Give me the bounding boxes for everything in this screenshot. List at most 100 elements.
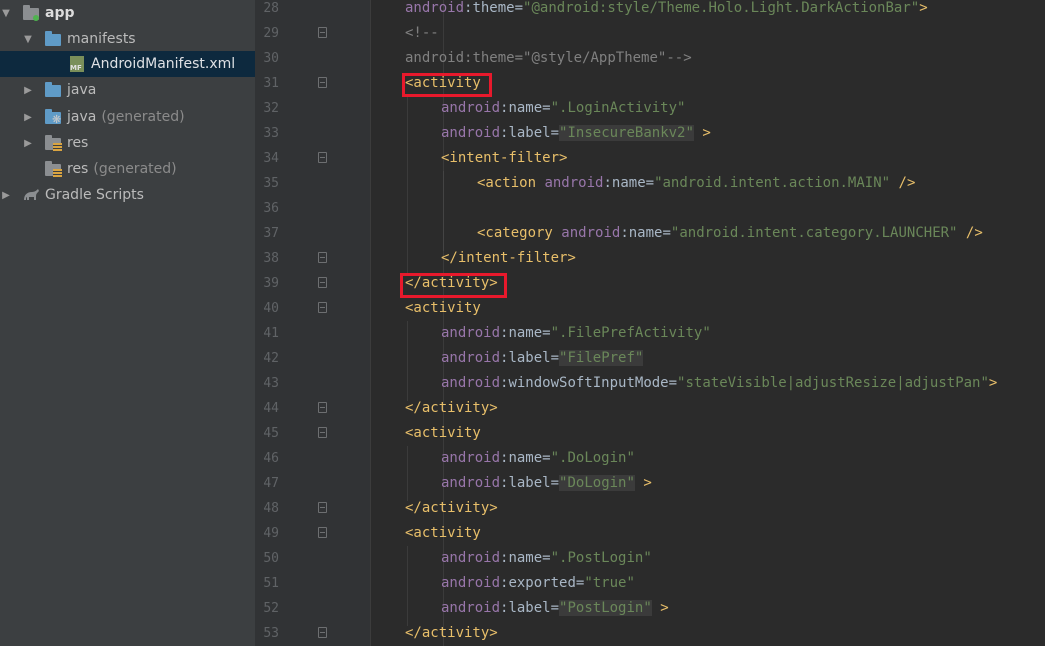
line-number: 34 xyxy=(263,151,279,166)
fold-marker-icon[interactable] xyxy=(318,77,327,88)
fold-marker-icon[interactable] xyxy=(318,27,327,38)
tree-item-label: res xyxy=(67,161,89,177)
fold-marker-icon[interactable] xyxy=(318,152,327,163)
code-line: 48 </activity> xyxy=(255,496,1045,521)
triangle-right-icon[interactable]: ▶ xyxy=(22,77,34,103)
project-tree-panel: ▼ app ▼ manifests MF AndroidManifest.xml… xyxy=(0,0,255,646)
code-text: android:exported="true" xyxy=(441,575,635,591)
tree-item-res-generated[interactable]: res (generated) xyxy=(0,156,255,182)
code-line: 50 android:name=".PostLogin" xyxy=(255,546,1045,571)
code-line: 28 android:theme="@android:style/Theme.H… xyxy=(255,0,1045,21)
tree-item-java[interactable]: ▶ java xyxy=(0,77,255,103)
tree-item-label: res xyxy=(67,135,89,151)
code-line: 39 </activity> xyxy=(255,271,1045,296)
code-line: 33 android:label="InsecureBankv2" > xyxy=(255,121,1045,146)
code-line: 42 android:label="FilePref" xyxy=(255,346,1045,371)
code-line: 45 <activity xyxy=(255,421,1045,446)
line-number: 51 xyxy=(263,576,279,591)
line-number: 43 xyxy=(263,376,279,391)
tree-item-label: manifests xyxy=(67,31,136,47)
triangle-down-icon[interactable]: ▼ xyxy=(22,26,34,52)
code-line: 53 </activity> xyxy=(255,621,1045,646)
code-text: <activity xyxy=(405,300,481,316)
code-line: 49 <activity xyxy=(255,521,1045,546)
code-text: </activity> xyxy=(405,500,498,516)
code-text: android:label="InsecureBankv2" > xyxy=(441,125,711,141)
line-number: 35 xyxy=(263,176,279,191)
tree-item-gradle-scripts[interactable]: ▶ Gradle Scripts xyxy=(0,182,255,208)
tree-item-label: java xyxy=(67,82,97,98)
fold-marker-icon[interactable] xyxy=(318,627,327,638)
line-number: 28 xyxy=(263,1,279,16)
gradle-icon xyxy=(22,187,40,203)
code-line: 47 android:label="DoLogin" > xyxy=(255,471,1045,496)
tree-item-label: AndroidManifest.xml xyxy=(91,56,236,72)
code-line: 41 android:name=".FilePrefActivity" xyxy=(255,321,1045,346)
line-number: 39 xyxy=(263,276,279,291)
tree-item-res[interactable]: ▶ res xyxy=(0,130,255,156)
fold-marker-icon[interactable] xyxy=(318,277,327,288)
code-text: android:name=".DoLogin" xyxy=(441,450,635,466)
line-number: 46 xyxy=(263,451,279,466)
code-editor[interactable]: 28 android:theme="@android:style/Theme.H… xyxy=(255,0,1045,646)
line-number: 44 xyxy=(263,401,279,416)
tree-item-app[interactable]: ▼ app xyxy=(0,0,255,26)
folded-string-value: "DoLogin" xyxy=(559,475,635,491)
fold-marker-icon[interactable] xyxy=(318,402,327,413)
code-line: 43 android:windowSoftInputMode="stateVis… xyxy=(255,371,1045,396)
annotation-highlight-box xyxy=(402,73,492,97)
code-line: 38 </intent-filter> xyxy=(255,246,1045,271)
line-number: 48 xyxy=(263,501,279,516)
fold-marker-icon[interactable] xyxy=(318,502,327,513)
code-text: android:theme="@android:style/Theme.Holo… xyxy=(405,0,928,16)
code-text: <action android:name="android.intent.act… xyxy=(477,175,916,191)
code-text: android:name=".FilePrefActivity" xyxy=(441,325,711,341)
line-number: 40 xyxy=(263,301,279,316)
code-line: 35 <action android:name="android.intent.… xyxy=(255,171,1045,196)
triangle-right-icon[interactable]: ▶ xyxy=(22,104,34,130)
line-number: 41 xyxy=(263,326,279,341)
fold-marker-icon[interactable] xyxy=(318,252,327,263)
resources-folder-icon xyxy=(44,135,62,151)
tree-item-label: java xyxy=(67,109,97,125)
triangle-right-icon[interactable]: ▶ xyxy=(22,130,34,156)
code-text: <intent-filter> xyxy=(441,150,568,166)
tree-item-android-manifest[interactable]: MF AndroidManifest.xml xyxy=(0,51,255,77)
code-line: 51 android:exported="true" xyxy=(255,571,1045,596)
fold-marker-icon[interactable] xyxy=(318,302,327,313)
line-number: 42 xyxy=(263,351,279,366)
code-text: android:name=".LoginActivity" xyxy=(441,100,686,116)
line-number: 36 xyxy=(263,201,279,216)
code-line: 36 xyxy=(255,196,1045,221)
code-line: 30 android:theme="@style/AppTheme"--> xyxy=(255,46,1045,71)
line-number: 52 xyxy=(263,601,279,616)
generated-folder-icon: ❋ xyxy=(44,109,62,125)
code-line: 46 android:name=".DoLogin" xyxy=(255,446,1045,471)
code-line: 31 <activity xyxy=(255,71,1045,96)
code-text: </activity> xyxy=(405,400,498,416)
generated-suffix: (generated) xyxy=(93,161,177,177)
tree-item-label: Gradle Scripts xyxy=(45,187,144,203)
line-number: 49 xyxy=(263,526,279,541)
triangle-down-icon[interactable]: ▼ xyxy=(0,0,12,26)
fold-marker-icon[interactable] xyxy=(318,527,327,538)
folder-icon xyxy=(44,31,62,47)
tree-item-java-generated[interactable]: ▶ ❋ java (generated) xyxy=(0,104,255,130)
code-text: android:label="PostLogin" > xyxy=(441,600,669,616)
line-number: 47 xyxy=(263,476,279,491)
code-text: android:name=".PostLogin" xyxy=(441,550,652,566)
tree-item-manifests[interactable]: ▼ manifests xyxy=(0,26,255,52)
code-line: 40 <activity xyxy=(255,296,1045,321)
line-number: 32 xyxy=(263,101,279,116)
tree-item-label: app xyxy=(45,5,75,21)
folded-string-value: "InsecureBankv2" xyxy=(559,125,694,141)
fold-marker-icon[interactable] xyxy=(318,427,327,438)
line-number: 38 xyxy=(263,251,279,266)
code-text: <!-- xyxy=(405,25,439,41)
code-text: <category android:name="android.intent.c… xyxy=(477,225,983,241)
code-line: 52 android:label="PostLogin" > xyxy=(255,596,1045,621)
line-number: 53 xyxy=(263,626,279,641)
line-number: 50 xyxy=(263,551,279,566)
code-line: 44 </activity> xyxy=(255,396,1045,421)
triangle-right-icon[interactable]: ▶ xyxy=(0,182,12,208)
